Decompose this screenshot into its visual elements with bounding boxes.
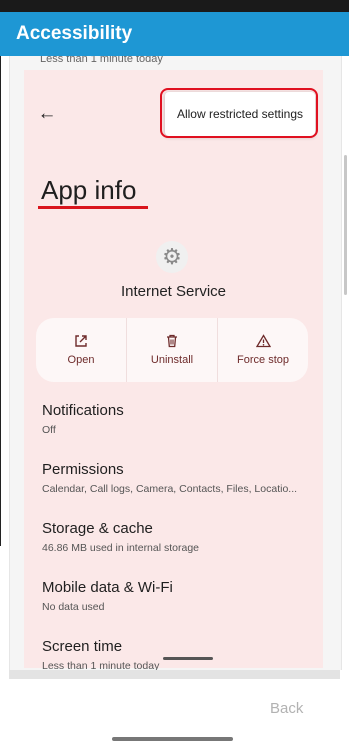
item-title: Permissions (42, 461, 124, 478)
left-edge-line (0, 56, 1, 546)
page-title: App info (41, 175, 137, 205)
open-button[interactable]: Open (36, 318, 126, 382)
settings-item-mobile-data[interactable]: Mobile data & Wi-Fi No data used (42, 579, 312, 613)
item-subtitle: Calendar, Call logs, Camera, Contacts, F… (42, 483, 298, 495)
item-title: Screen time (42, 638, 123, 655)
item-subtitle: Off (42, 424, 56, 436)
item-title: Notifications (42, 402, 124, 419)
open-label: Open (67, 354, 95, 366)
scrollbar[interactable] (344, 155, 347, 295)
highlight-annotation (160, 88, 318, 138)
uninstall-label: Uninstall (150, 354, 194, 366)
title-underline-annotation (38, 206, 148, 209)
status-strip (0, 0, 349, 12)
app-bar: Accessibility (0, 12, 349, 56)
gesture-handle (163, 657, 213, 660)
settings-item-storage[interactable]: Storage & cache 46.86 MB used in interna… (42, 520, 312, 554)
force-stop-button[interactable]: Force stop (217, 318, 308, 382)
force-stop-label: Force stop (237, 354, 289, 366)
settings-item-notifications[interactable]: Notifications Off (42, 402, 312, 436)
item-subtitle: 46.86 MB used in internal storage (42, 542, 200, 554)
uninstall-button[interactable]: Uninstall (126, 318, 217, 382)
gear-icon: ⚙ (156, 241, 188, 273)
app-name: Internet Service (120, 283, 227, 300)
trash-icon (167, 334, 177, 348)
settings-item-screen-time[interactable]: Screen time Less than 1 minute today (42, 638, 312, 672)
open-external-icon (75, 335, 87, 347)
app-bar-title: Accessibility (16, 23, 133, 44)
bottom-divider-bar (9, 670, 340, 679)
item-title: Mobile data & Wi-Fi (42, 579, 173, 596)
back-arrow-icon[interactable]: ← (37, 103, 57, 124)
navigation-handle[interactable] (112, 737, 233, 741)
back-button[interactable]: Back (270, 700, 303, 717)
action-buttons: Open Uninstall Force stop (36, 318, 308, 382)
warning-icon (255, 334, 271, 348)
item-title: Storage & cache (42, 520, 153, 537)
item-subtitle: No data used (42, 601, 105, 613)
settings-item-permissions[interactable]: Permissions Calendar, Call logs, Camera,… (42, 461, 312, 495)
